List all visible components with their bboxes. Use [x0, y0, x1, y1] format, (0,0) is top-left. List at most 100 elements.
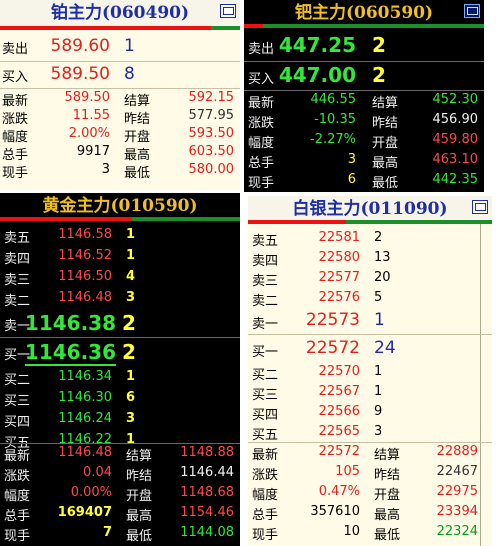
stat-label: 最新 [248, 96, 275, 111]
bid-ask-ratio-bar [0, 26, 240, 30]
stat-label: 结算 [372, 96, 399, 111]
level-volume: 13 [374, 250, 391, 265]
stat-row-current: 现手 3 最低 580.00 [0, 162, 240, 181]
level-label: 卖二 [4, 294, 31, 309]
level-label: 卖四 [4, 252, 31, 267]
stat-label: 开盘 [124, 130, 151, 145]
level-label: 卖一 [252, 317, 279, 332]
buy-volume: 8 [124, 64, 135, 84]
stat-value: 463.10 [432, 152, 479, 167]
stat-row-change: 涨跌 105 昨结 22467 [248, 464, 492, 484]
level-label: 买五 [252, 428, 279, 443]
level-volume: 1 [374, 364, 383, 379]
stat-label: 涨跌 [2, 112, 29, 127]
stat-value: 23394 [436, 504, 478, 519]
stat-row-range: 幅度 -2.27% 开盘 459.80 [244, 132, 484, 151]
stat-label: 最低 [372, 176, 399, 191]
bid-level-3: 买三 22567 1 [248, 382, 492, 403]
window-restore-icon[interactable] [220, 4, 236, 18]
stat-value: 2.00% [68, 126, 110, 141]
stat-label: 总手 [252, 508, 279, 523]
sell-row: 卖出 447.25 2 [244, 32, 484, 60]
level-volume: 1 [126, 248, 136, 263]
stat-label: 最新 [2, 94, 29, 109]
buy-price: 447.00 [278, 63, 356, 87]
stat-value: 1144.08 [180, 525, 234, 540]
stat-label: 涨跌 [248, 116, 275, 131]
level-price: 22581 [318, 230, 360, 245]
level-volume: 2 [122, 340, 136, 364]
stat-label: 幅度 [2, 130, 29, 145]
level-label: 买三 [252, 388, 279, 403]
ask-level-3: 卖三 1146.50 4 [0, 267, 240, 288]
stat-value: 446.55 [310, 92, 357, 107]
stat-value: 6 [347, 172, 356, 187]
level-price: 22567 [318, 384, 360, 399]
level-price: 22577 [318, 270, 360, 285]
stat-row-range: 幅度 0.00% 开盘 1148.68 [0, 485, 240, 505]
stat-label: 昨结 [126, 469, 153, 484]
buy-label: 买入 [2, 70, 29, 85]
stat-value: 0.00% [70, 485, 112, 500]
level-price: 1146.24 [58, 411, 112, 426]
stat-label: 昨结 [374, 468, 401, 483]
sell-label: 卖出 [248, 42, 275, 57]
window-restore-icon[interactable] [464, 4, 480, 18]
stat-value: 22467 [436, 464, 478, 479]
panel-title: 白银主力(011090) [248, 196, 492, 222]
panel-title: 黄金主力(010590) [0, 193, 240, 219]
stat-label: 最新 [4, 449, 31, 464]
gold-quote-panel: 黄金主力(010590) 卖五 1146.58 1 卖四 1146.52 1 卖… [0, 193, 240, 546]
stat-label: 现手 [4, 529, 31, 544]
level-price: 22570 [318, 364, 360, 379]
ask-level-5: 卖五 1146.58 1 [0, 225, 240, 246]
stat-label: 总手 [4, 509, 31, 524]
level-price: 22572 [305, 338, 360, 358]
buy-volume: 2 [372, 63, 386, 87]
sell-price: 447.25 [278, 33, 356, 57]
stat-label: 幅度 [4, 489, 31, 504]
stat-label: 最高 [374, 508, 401, 523]
level-price: 1146.36 [24, 340, 116, 366]
stat-value: 0.04 [83, 465, 112, 480]
bid-level-2: 买二 1146.34 1 [0, 367, 240, 388]
bid-level-1: 买一 22572 24 [248, 336, 492, 362]
window-restore-icon[interactable] [472, 200, 488, 214]
level-price: 22573 [305, 310, 360, 330]
stat-value: 22975 [436, 484, 478, 499]
stat-value: 0.47% [318, 484, 360, 499]
stat-row-volume: 总手 9917 最高 603.50 [0, 144, 240, 163]
stat-row-current: 现手 10 最低 22324 [248, 524, 492, 544]
level-price: 22566 [318, 404, 360, 419]
sell-volume: 1 [124, 36, 135, 56]
stat-row-change: 涨跌 11.55 昨结 577.95 [0, 108, 240, 127]
ask-level-4: 卖四 1146.52 1 [0, 246, 240, 267]
stat-label: 开盘 [374, 488, 401, 503]
bid-level-4: 买四 1146.24 3 [0, 409, 240, 430]
level-price: 1146.34 [58, 369, 112, 384]
stat-value: 7 [102, 525, 112, 540]
stat-label: 幅度 [248, 136, 275, 151]
stat-label: 结算 [126, 449, 153, 464]
stat-label: 最低 [126, 529, 153, 544]
stat-row-change: 涨跌 -10.35 昨结 456.90 [244, 112, 484, 131]
level-volume: 2 [374, 230, 383, 245]
stat-value: 592.15 [188, 90, 235, 105]
level-label: 买四 [4, 415, 31, 430]
buy-label: 买入 [248, 72, 275, 87]
bid-level-5: 买五 22565 3 [248, 422, 492, 443]
level-price: 1146.48 [58, 290, 112, 305]
stat-row-change: 涨跌 0.04 昨结 1146.44 [0, 465, 240, 485]
stat-row-last: 最新 446.55 结算 452.30 [244, 92, 484, 111]
stat-value: -10.35 [314, 112, 356, 127]
stat-label: 最新 [252, 448, 279, 463]
ask-level-2: 卖二 22576 5 [248, 288, 492, 309]
level-volume: 1 [126, 227, 136, 242]
stat-row-range: 幅度 0.47% 开盘 22975 [248, 484, 492, 504]
level-volume: 4 [126, 269, 136, 284]
stat-row-last: 最新 1146.48 结算 1148.88 [0, 445, 240, 465]
level-volume: 3 [126, 290, 136, 305]
level-volume: 9 [374, 404, 383, 419]
level-label: 卖三 [252, 274, 279, 289]
stat-label: 结算 [124, 94, 151, 109]
